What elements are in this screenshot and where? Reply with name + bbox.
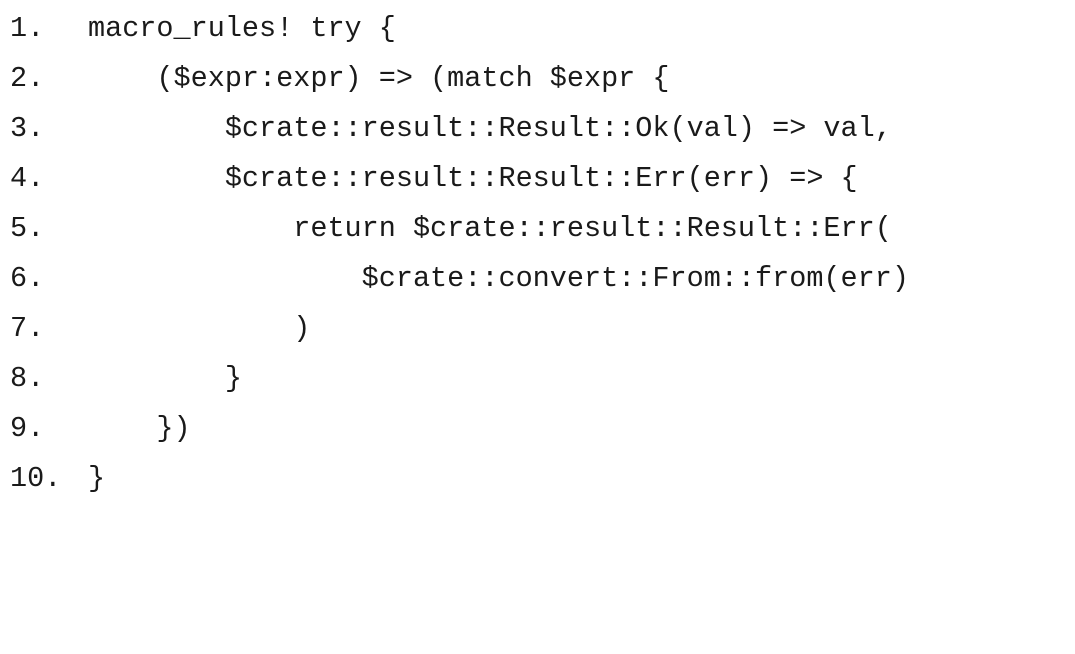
code-line-7: 7. ) <box>0 304 310 354</box>
code-line-3: 3. $crate::result::Result::Ok(val) => va… <box>0 104 892 154</box>
line-code: ) <box>88 312 311 345</box>
line-code: }) <box>88 412 191 445</box>
code-line-6: 6. $crate::convert::From::from(err) <box>0 254 909 304</box>
line-code: ($expr:expr) => (match $expr { <box>88 62 670 95</box>
line-number: 6. <box>10 262 45 295</box>
line-code: $crate::result::Result::Err(err) => { <box>88 162 858 195</box>
line-number: 4. <box>10 162 45 195</box>
line-number: 7. <box>10 312 45 345</box>
line-code: return $crate::result::Result::Err( <box>88 212 892 245</box>
code-block: 1. macro_rules! try { 2. ($expr:expr) =>… <box>0 0 1075 501</box>
line-number: 1. <box>10 12 45 45</box>
code-line-2: 2. ($expr:expr) => (match $expr { <box>0 54 670 104</box>
code-line-8: 8. } <box>0 354 242 404</box>
line-code: macro_rules! try { <box>88 12 396 45</box>
code-line-9: 9. }) <box>0 404 191 454</box>
line-number: 2. <box>10 62 45 95</box>
line-code: $crate::convert::From::from(err) <box>88 262 909 295</box>
line-code: $crate::result::Result::Ok(val) => val, <box>88 112 892 145</box>
line-number: 5. <box>10 212 45 245</box>
line-code: } <box>88 362 242 395</box>
code-line-4: 4. $crate::result::Result::Err(err) => { <box>0 154 858 204</box>
line-number: 9. <box>10 412 45 445</box>
line-number: 8. <box>10 362 45 395</box>
code-line-10: 10. } <box>0 454 105 504</box>
code-line-1: 1. macro_rules! try { <box>0 4 396 54</box>
line-number: 3. <box>10 112 45 145</box>
line-number: 10. <box>10 462 62 495</box>
code-line-5: 5. return $crate::result::Result::Err( <box>0 204 892 254</box>
line-code: } <box>88 462 106 495</box>
